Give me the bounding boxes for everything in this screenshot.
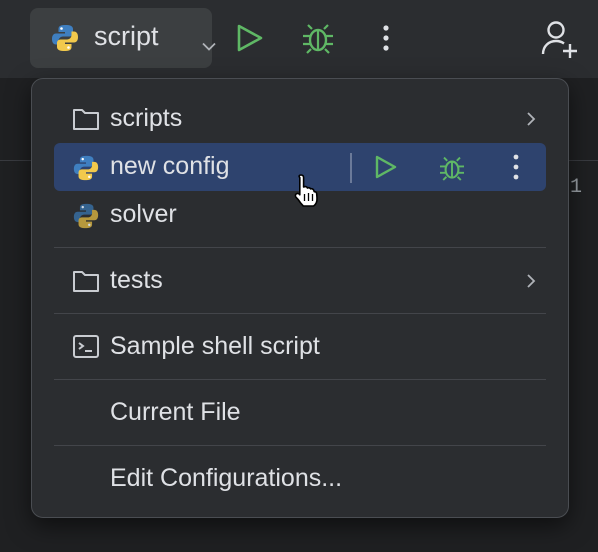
line-number: 1 — [570, 176, 583, 199]
config-label: Sample shell script — [110, 332, 320, 360]
group-scripts[interactable]: scripts — [54, 95, 546, 143]
group-tests[interactable]: tests — [54, 257, 546, 305]
chevron-right-icon — [526, 111, 536, 132]
run-icon — [237, 24, 263, 52]
python-icon — [50, 23, 80, 58]
terminal-icon — [72, 334, 100, 360]
add-user-button[interactable] — [538, 18, 578, 58]
run-config-popup: scripts new config solver tests Sample s… — [31, 78, 569, 518]
run-icon — [375, 155, 397, 179]
debug-icon — [440, 156, 464, 181]
group-label: scripts — [110, 104, 183, 132]
config-current-file[interactable]: Current File — [54, 389, 546, 437]
separator — [54, 313, 546, 314]
run-config-name: script — [94, 21, 159, 51]
chevron-down-icon — [202, 38, 216, 56]
python-icon — [72, 154, 100, 181]
folder-icon — [72, 106, 100, 132]
config-label: Current File — [110, 398, 241, 426]
separator — [54, 379, 546, 380]
debug-config-button[interactable] — [436, 152, 468, 189]
divider — [350, 153, 352, 183]
config-label: new config — [110, 152, 230, 180]
config-sample-shell-script[interactable]: Sample shell script — [54, 323, 546, 371]
hand-cursor-icon — [292, 172, 326, 213]
more-actions-button[interactable] — [366, 18, 406, 58]
separator — [54, 247, 546, 248]
run-config-selector[interactable]: script — [30, 8, 216, 68]
run-button[interactable] — [230, 18, 270, 58]
edit-configurations-item[interactable]: Edit Configurations... — [54, 455, 546, 503]
chevron-right-icon — [526, 273, 536, 294]
edit-configurations-label: Edit Configurations... — [110, 464, 343, 492]
add-user-icon — [541, 21, 577, 58]
separator — [54, 445, 546, 446]
debug-button[interactable] — [298, 18, 338, 58]
more-icon — [513, 154, 519, 180]
group-label: tests — [110, 266, 163, 294]
run-config-button[interactable] — [372, 153, 400, 186]
config-label: solver — [110, 200, 177, 228]
config-more-button[interactable] — [510, 153, 522, 186]
folder-icon — [72, 268, 100, 294]
python-icon — [72, 202, 100, 229]
debug-icon — [303, 24, 333, 54]
main-toolbar: script — [0, 0, 598, 78]
more-icon — [383, 25, 389, 51]
